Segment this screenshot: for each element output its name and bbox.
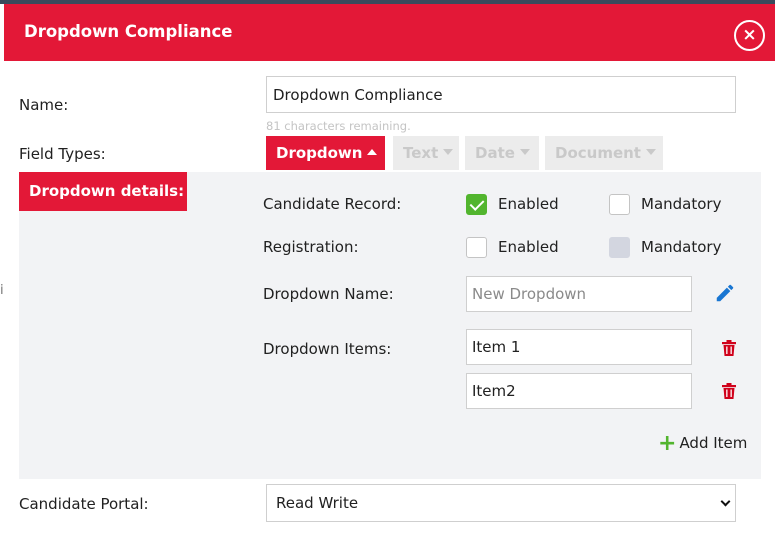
candidate-record-label: Candidate Record: xyxy=(263,195,402,213)
field-type-label: Date xyxy=(475,144,515,162)
mandatory-label: Mandatory xyxy=(641,238,722,256)
field-type-text-button[interactable]: Text xyxy=(393,136,459,170)
field-type-dropdown-button[interactable]: Dropdown xyxy=(266,136,385,170)
candidate-portal-select[interactable]: Read Write xyxy=(266,484,736,522)
field-type-label: Text xyxy=(403,144,439,162)
registration-enabled-checkbox[interactable] xyxy=(466,237,487,258)
close-icon: × xyxy=(742,25,757,45)
dropdown-item-input[interactable] xyxy=(466,329,692,365)
add-item-button[interactable]: + Add Item xyxy=(658,431,747,456)
candidate-record-mandatory-checkbox[interactable] xyxy=(609,194,630,215)
registration-label: Registration: xyxy=(263,238,359,256)
name-input[interactable] xyxy=(266,76,736,113)
candidate-portal-selected-value: Read Write xyxy=(276,494,359,512)
dropdown-name-input[interactable] xyxy=(466,276,692,312)
field-type-label: Dropdown xyxy=(276,144,363,162)
chevron-down-icon xyxy=(720,496,731,507)
caret-up-icon xyxy=(367,149,378,155)
field-type-label: Document xyxy=(555,144,641,162)
field-type-document-button[interactable]: Document xyxy=(545,136,663,170)
trash-icon[interactable] xyxy=(722,383,736,399)
caret-down-icon xyxy=(645,149,656,155)
dropdown-details-badge: Dropdown details: xyxy=(19,172,187,211)
modal-title: Dropdown Compliance xyxy=(24,22,233,41)
caret-down-icon xyxy=(519,149,530,155)
pencil-icon[interactable] xyxy=(714,282,736,304)
add-item-label: Add Item xyxy=(679,434,748,452)
enabled-label: Enabled xyxy=(498,195,559,213)
dropdown-name-label: Dropdown Name: xyxy=(263,285,394,303)
candidate-record-enabled-checkbox[interactable] xyxy=(466,194,487,215)
registration-mandatory-checkbox[interactable] xyxy=(609,237,630,258)
enabled-label: Enabled xyxy=(498,238,559,256)
caret-down-icon xyxy=(443,149,454,155)
candidate-portal-label: Candidate Portal: xyxy=(19,495,149,513)
name-label: Name: xyxy=(19,96,69,114)
characters-remaining: 81 characters remaining. xyxy=(266,119,411,133)
dropdown-item-input[interactable] xyxy=(466,373,692,409)
mandatory-label: Mandatory xyxy=(641,195,722,213)
field-type-date-button[interactable]: Date xyxy=(465,136,539,170)
dropdown-compliance-modal: Dropdown Compliance × Name: 81 character… xyxy=(4,4,775,557)
trash-icon[interactable] xyxy=(722,340,736,356)
close-button[interactable]: × xyxy=(734,20,765,51)
modal-header: Dropdown Compliance × xyxy=(4,4,775,61)
plus-icon: + xyxy=(658,431,677,456)
field-types-label: Field Types: xyxy=(19,145,106,163)
dropdown-details-panel xyxy=(19,172,761,479)
dropdown-items-label: Dropdown Items: xyxy=(263,340,392,358)
